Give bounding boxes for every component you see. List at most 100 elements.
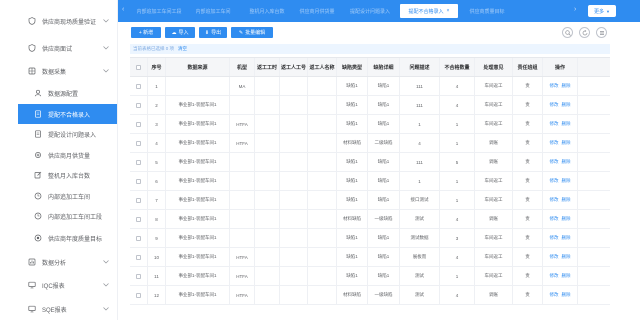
sidebar-item[interactable]: 供应商月供货量 <box>18 145 117 165</box>
tab[interactable]: 供应商质量目标 <box>462 4 512 18</box>
import-button[interactable]: ☁ 导入 <box>165 27 195 38</box>
batch-edit-button[interactable]: ✎ 批量编辑 <box>231 27 273 38</box>
edit-link[interactable]: 修改 <box>550 102 559 108</box>
delete-link[interactable]: 删除 <box>562 102 571 108</box>
edit-link[interactable]: 修改 <box>550 216 559 222</box>
edit-link[interactable]: 修改 <box>550 140 559 146</box>
row-actions: 修改 删除 <box>543 191 578 209</box>
row-checkbox[interactable] <box>130 115 148 133</box>
table-cell: 缺陷1 <box>368 115 400 133</box>
row-checkbox[interactable] <box>130 267 148 285</box>
sidebar-item[interactable]: 供应商现场质量验证 <box>18 11 117 31</box>
sidebar-item[interactable]: 内部追加工车间 <box>18 186 117 206</box>
table-row[interactable]: 1 MA 缺陷1 缺陷1 111 4 车间返工责修改 删除 <box>130 77 610 96</box>
sidebar-item[interactable]: 数据源配置 <box>18 83 117 103</box>
delete-link[interactable]: 删除 <box>562 140 571 146</box>
row-checkbox[interactable] <box>130 286 148 304</box>
refresh-button[interactable] <box>579 27 590 38</box>
table-row[interactable]: 12 事业部1-装配车间1 HTFA 材料缺陷 一级缺陷 测试 4 调账责修改 删除 <box>130 286 610 305</box>
search-toggle-button[interactable] <box>562 27 573 38</box>
sidebar-item[interactable]: 供应商面试 <box>18 38 117 58</box>
delete-link[interactable]: 删除 <box>562 216 571 222</box>
table-cell: 责 <box>513 153 543 171</box>
sidebar-item[interactable]: SQE报表 <box>18 299 117 319</box>
row-checkbox[interactable] <box>130 134 148 152</box>
row-actions: 修改 删除 <box>543 267 578 285</box>
row-checkbox[interactable] <box>130 229 148 247</box>
table-cell <box>255 77 280 95</box>
table-row[interactable]: 3 事业部1-装配车间1 HTFA 缺陷1 缺陷1 1 1 车间返工责修改 删除 <box>130 115 610 134</box>
edit-link[interactable]: 修改 <box>550 292 559 298</box>
edit-link[interactable]: 修改 <box>550 178 559 184</box>
tab-scroll-left-icon[interactable]: ‹ <box>122 6 124 13</box>
column-settings-button[interactable] <box>596 27 607 38</box>
tab-bar: ‹ 内部追加工车间工段 内部追加工车间 整机月入库台数 供应商月供货量 提配设计问题录入… <box>118 0 640 22</box>
tab[interactable]: 提配不合格录入 × <box>400 4 458 18</box>
tab[interactable]: 整机月入库台数 <box>243 4 291 18</box>
delete-link[interactable]: 删除 <box>562 292 571 298</box>
row-checkbox[interactable] <box>130 248 148 266</box>
row-checkbox[interactable] <box>130 77 148 95</box>
edit-link[interactable]: 修改 <box>550 121 559 127</box>
table-row[interactable]: 10 事业部1-装配车间1 HTFA 缺陷1 缺陷1 展板而 4 车间返工责修改 删除 <box>130 248 610 267</box>
tab[interactable]: 内部追加工车间工段 <box>133 4 185 18</box>
delete-link[interactable]: 删除 <box>562 197 571 203</box>
sidebar-item[interactable]: 提配不合格录入 <box>18 104 117 124</box>
edit-link[interactable]: 修改 <box>550 159 559 165</box>
add-button[interactable]: + 新增 <box>131 27 161 38</box>
row-checkbox[interactable] <box>130 172 148 190</box>
tab-label: 内部追加工车间 <box>195 8 231 15</box>
clear-selection-link[interactable]: 清空 <box>178 46 187 52</box>
edit-link[interactable]: 修改 <box>550 197 559 203</box>
row-checkbox[interactable] <box>130 153 148 171</box>
sidebar-item[interactable]: IQC报表 <box>18 275 117 295</box>
sidebar-item-label: IQC报表 <box>42 283 65 290</box>
sidebar-item[interactable]: 提配设计问题录入 <box>18 124 117 144</box>
row-checkbox[interactable] <box>130 96 148 114</box>
table-header: 序号 数据来源 机型 返工工时 返工人工号 返工人名称 缺陷类型 缺陷详细 问题描述 不合格数量处… <box>130 57 610 77</box>
table-row[interactable]: 8 事业部1-装配车间1 材料缺陷 一级缺陷 测试 4 调账责修改 删除 <box>130 210 610 229</box>
sidebar-item[interactable]: 内部追加工车间工段 <box>18 206 117 226</box>
row-checkbox[interactable] <box>130 191 148 209</box>
row-checkbox[interactable] <box>130 210 148 228</box>
edit-link[interactable]: 修改 <box>550 235 559 241</box>
sidebar-item[interactable]: 供应商年度质量目标 <box>18 228 117 248</box>
export-button[interactable]: ⬇ 导出 <box>199 27 227 38</box>
sidebar-item[interactable]: 整机月入库台数 <box>18 165 117 185</box>
column-header: 数据来源 <box>166 58 230 76</box>
delete-link[interactable]: 删除 <box>562 121 571 127</box>
edit-link[interactable]: 修改 <box>550 273 559 279</box>
delete-link[interactable]: 删除 <box>562 254 571 260</box>
edit-link[interactable]: 修改 <box>550 83 559 89</box>
table-cell <box>308 172 337 190</box>
sidebar-item[interactable]: 数据分析 <box>18 252 117 272</box>
delete-link[interactable]: 删除 <box>562 178 571 184</box>
delete-link[interactable]: 删除 <box>562 159 571 165</box>
table-row[interactable]: 9 事业部1-装配车间1 缺陷1 缺陷1 测试数据 3 车间返工责修改 删除 <box>130 229 610 248</box>
table-row[interactable]: 6 事业部1-装配车间1 缺陷1 缺陷1 1 1 车间返工责修改 删除 <box>130 172 610 191</box>
select-all-checkbox[interactable] <box>130 58 148 76</box>
table-cell <box>308 134 337 152</box>
tab-label: 供应商质量目标 <box>469 8 505 15</box>
tab[interactable]: 供应商月供货量 <box>293 4 341 18</box>
table-cell: 责 <box>513 172 543 190</box>
delete-link[interactable]: 删除 <box>562 83 571 89</box>
delete-link[interactable]: 删除 <box>562 273 571 279</box>
table-row[interactable]: 4 事业部1-装配车间1 HTFA 材料缺陷 二级缺陷 4 1 调账责修改 删除 <box>130 134 610 153</box>
edit-link[interactable]: 修改 <box>550 254 559 260</box>
tab[interactable]: 提配设计问题录入 <box>343 4 397 18</box>
table-row[interactable]: 2 事业部1-装配车间1 缺陷1 缺陷1 111 4 车间返工责修改 删除 <box>130 96 610 115</box>
row-actions: 修改 删除 <box>543 210 578 228</box>
sidebar-item[interactable]: 数据采集 <box>18 61 117 81</box>
delete-link[interactable]: 删除 <box>562 235 571 241</box>
table-cell: 111 <box>400 153 440 171</box>
table-row[interactable]: 11 事业部1-装配车间1 HTFA 缺陷1 缺陷1 测试 1 车间返工责修改 删除 <box>130 267 610 286</box>
table-row[interactable]: 7 事业部1-装配车间1 缺陷1 缺陷1 接口测试 1 车间返工责修改 删除 <box>130 191 610 210</box>
tab[interactable]: 内部追加工车间 <box>188 4 238 18</box>
tab-scroll-right-icon[interactable]: › <box>574 6 576 13</box>
more-button[interactable]: 更多 ▼ <box>588 5 616 17</box>
edit-icon: ✎ <box>238 29 244 36</box>
table-cell <box>255 248 280 266</box>
table-row[interactable]: 5 事业部1-装配车间1 缺陷1 缺陷1 111 5 调账责修改 删除 <box>130 153 610 172</box>
close-icon[interactable]: × <box>447 8 450 14</box>
